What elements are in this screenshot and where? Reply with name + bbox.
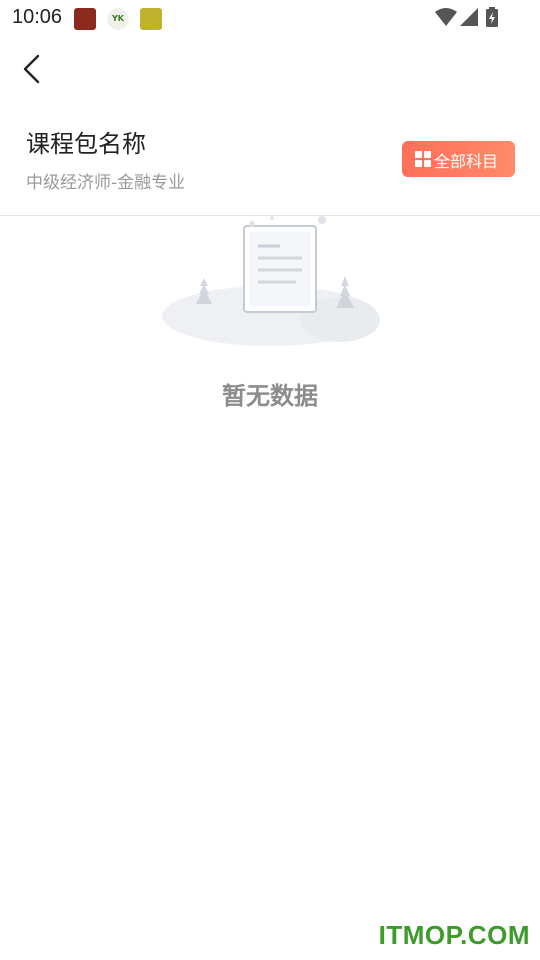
course-subtitle: 中级经济师-金融专业 bbox=[26, 173, 186, 193]
all-subjects-button[interactable]: 全部科目 bbox=[402, 141, 515, 177]
watermark: ITMOP.COM bbox=[378, 920, 530, 950]
navigation-bar bbox=[0, 36, 540, 106]
course-package-header: 课程包名称 中级经济师-金融专业 全部科目 bbox=[0, 106, 540, 216]
status-time: 10:06 bbox=[12, 6, 63, 28]
chevron-left-icon bbox=[23, 54, 40, 84]
grid-icon bbox=[415, 151, 431, 167]
app-notification-icon-1 bbox=[74, 8, 96, 30]
page-title: 课程包名称 bbox=[26, 130, 146, 158]
status-bar: 10:06 YK bbox=[0, 0, 540, 36]
back-button[interactable] bbox=[18, 52, 48, 86]
empty-document-illustration bbox=[162, 216, 380, 346]
cell-signal-icon bbox=[460, 8, 478, 26]
battery-charging-icon bbox=[486, 7, 498, 27]
wifi-icon bbox=[435, 8, 457, 26]
empty-state: 暂无数据 bbox=[0, 216, 540, 416]
empty-message: 暂无数据 bbox=[222, 382, 318, 410]
all-subjects-label: 全部科目 bbox=[434, 152, 499, 171]
app-notification-icon-3 bbox=[140, 8, 162, 30]
app-notification-icon-yk: YK bbox=[107, 8, 129, 30]
system-status-icons bbox=[435, 7, 498, 27]
